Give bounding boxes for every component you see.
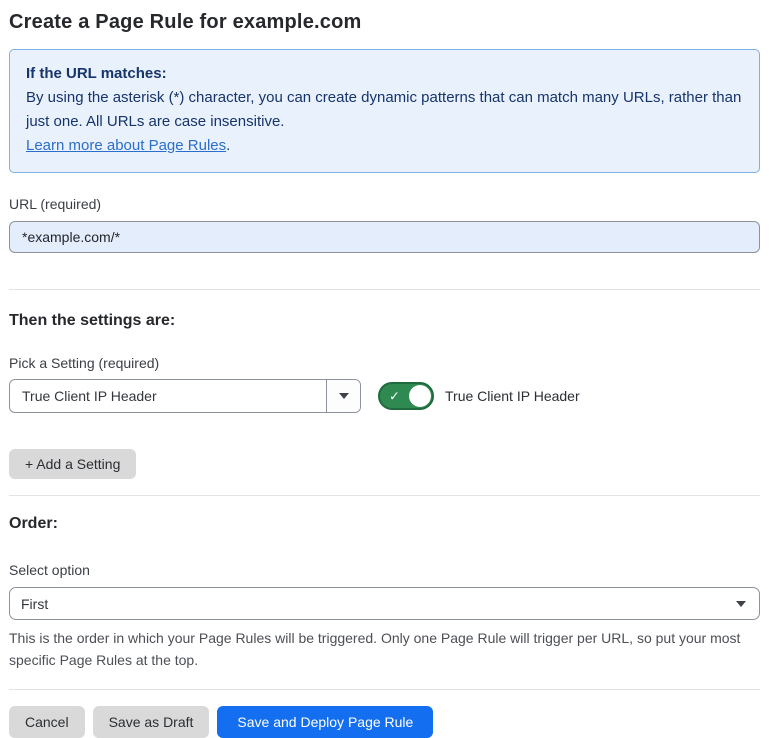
pick-setting-label: Pick a Setting (required) [9, 355, 760, 371]
chevron-down-icon [339, 393, 349, 399]
order-select-label: Select option [9, 562, 760, 578]
save-draft-button[interactable]: Save as Draft [93, 706, 210, 738]
setting-select[interactable]: True Client IP Header [9, 379, 361, 413]
callout-link-period: . [226, 137, 230, 154]
setting-toggle[interactable]: ✓ [378, 382, 434, 410]
callout-heading: If the URL matches: [26, 62, 743, 86]
setting-select-value: True Client IP Header [10, 380, 326, 412]
settings-section-heading: Then the settings are: [9, 312, 760, 330]
page-title: Create a Page Rule for example.com [9, 11, 760, 34]
callout-body: By using the asterisk (*) character, you… [26, 86, 743, 134]
check-icon: ✓ [389, 390, 400, 403]
add-setting-button[interactable]: + Add a Setting [9, 449, 136, 479]
url-match-info-callout: If the URL matches: By using the asteris… [9, 49, 760, 173]
setting-select-arrow-button[interactable] [326, 380, 360, 412]
chevron-down-icon [736, 601, 746, 607]
url-input[interactable] [9, 221, 760, 253]
form-actions: Cancel Save as Draft Save and Deploy Pag… [9, 706, 760, 738]
create-page-rule-form: Create a Page Rule for example.com If th… [0, 0, 769, 738]
toggle-knob [409, 385, 431, 407]
order-select[interactable]: First [9, 587, 760, 620]
learn-more-link[interactable]: Learn more about Page Rules [26, 137, 226, 154]
callout-link-line: Learn more about Page Rules. [26, 134, 743, 158]
order-select-value: First [10, 588, 759, 619]
divider [9, 689, 760, 690]
setting-row: True Client IP Header ✓ True Client IP H… [9, 379, 760, 413]
order-help-text: This is the order in which your Page Rul… [9, 627, 760, 671]
save-deploy-button[interactable]: Save and Deploy Page Rule [217, 706, 433, 738]
divider [9, 495, 760, 496]
order-section-heading: Order: [9, 515, 760, 533]
url-field-label: URL (required) [9, 196, 760, 212]
divider [9, 289, 760, 290]
setting-toggle-label: True Client IP Header [445, 388, 580, 404]
cancel-button[interactable]: Cancel [9, 706, 85, 738]
